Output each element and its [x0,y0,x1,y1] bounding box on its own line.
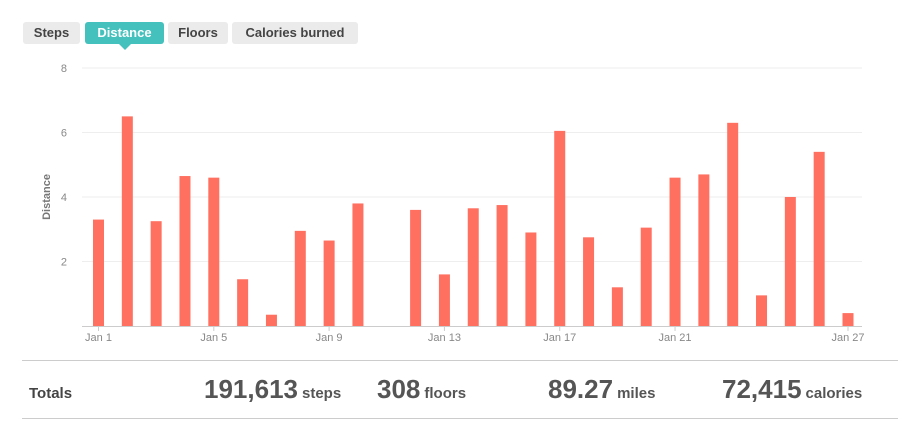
y-axis: 2 4 6 8 Distance [41,63,67,269]
bar [294,230,306,326]
total-calories-value: 72,415 [722,374,802,404]
bar [467,208,479,326]
bar [265,314,277,326]
bar [150,221,162,326]
bar [727,122,739,326]
x-axis: Jan 1 Jan 5 Jan 9 Jan 13 Jan 17 Jan 21 Jan 27 [82,326,865,344]
x-tick-label: Jan 5 [200,332,227,344]
bar [352,203,364,326]
tab-floors[interactable]: Floors [168,22,228,44]
bar [554,130,566,326]
tab-distance[interactable]: Distance [85,22,164,50]
total-steps: 191,613 steps [204,374,341,405]
totals-label: Totals [29,385,73,402]
y-tick-label: 4 [61,192,67,204]
bar [121,116,133,326]
y-axis-label: Distance [41,174,53,220]
y-tick-label: 8 [61,63,67,75]
y-tick-label: 2 [61,257,67,269]
totals-bottom-divider [22,418,898,419]
total-calories-unit: calories [805,385,863,402]
x-tick-label: Jan 21 [659,332,692,344]
total-floors-value: 308 [377,374,421,404]
x-tick-label: Jan 13 [428,332,461,344]
bar [813,151,825,326]
total-miles-unit: miles [617,385,656,402]
x-tick-label: Jan 1 [85,332,112,344]
bar [611,287,623,326]
bar [784,197,796,326]
bar [179,176,191,326]
totals-top-divider [22,360,898,361]
bar [208,177,220,326]
x-tick-label: Jan 27 [831,332,864,344]
total-steps-value: 191,613 [204,374,298,404]
tab-steps[interactable]: Steps [23,22,80,44]
total-miles: 89.27 miles [548,374,655,405]
chart-bars [93,116,854,326]
total-calories: 72,415 calories [722,374,862,405]
bar [842,313,854,326]
bar [669,177,681,326]
bar [323,240,335,326]
bar [93,219,104,326]
tab-calories-burned[interactable]: Calories burned [232,22,358,44]
total-steps-unit: steps [301,385,342,402]
distance-bar-chart: 2 4 6 8 Distance Jan 1 Jan 5 Jan 9 Jan 13 Jan 17… [41,63,865,344]
bar [237,279,249,326]
bar [525,232,537,326]
x-tick-label: Jan 17 [543,332,576,344]
bar [438,274,450,326]
total-miles-value: 89.27 [548,374,614,404]
bar [496,205,508,326]
bar [583,237,595,326]
total-floors-unit: floors [424,385,467,402]
y-tick-label: 6 [61,128,67,140]
bar [410,209,422,326]
bar [698,174,710,326]
total-floors: 308 floors [377,374,466,405]
bar [640,227,652,326]
bar [756,295,768,326]
x-tick-label: Jan 9 [316,332,343,344]
